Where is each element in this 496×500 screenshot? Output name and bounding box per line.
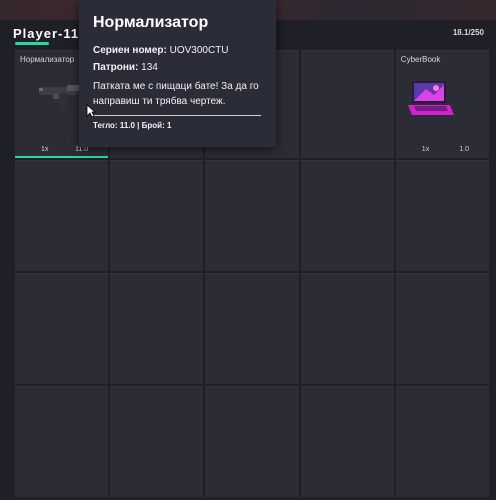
inventory-slot[interactable] — [395, 273, 489, 384]
inventory-slot[interactable] — [300, 273, 394, 384]
slot-item-weight: 1.0 — [459, 146, 469, 153]
tooltip-title: Нормализатор — [93, 14, 209, 31]
inventory-slot-laptop[interactable]: CyberBook 1x 1.0 — [395, 50, 489, 158]
tooltip-description: Патката ме с пищаци бате! За да го напра… — [93, 81, 259, 107]
ammo-value: 134 — [141, 62, 158, 73]
slot-item-name: CyberBook — [400, 55, 441, 64]
tooltip-divider — [93, 115, 261, 116]
player-name: Player-110 — [13, 26, 88, 41]
tooltip-footer: Тегло: 11.0 | Брой: 1 — [93, 121, 172, 130]
inventory-slot[interactable] — [395, 160, 489, 271]
item-tooltip: Нормализатор Сериен номер: UOV300CTU Пат… — [79, 0, 276, 147]
inventory-slot[interactable] — [15, 386, 109, 497]
inventory-slot[interactable] — [15, 273, 109, 384]
inventory-slot[interactable] — [205, 386, 299, 497]
inventory-slot[interactable] — [395, 386, 489, 497]
mouse-cursor-icon — [86, 104, 97, 123]
tooltip-ammo: Патрони: 134 — [93, 62, 158, 73]
serial-label: Сериен номер: — [93, 45, 167, 56]
slot-item-count: 1x — [421, 146, 430, 153]
inventory-slot[interactable] — [15, 160, 109, 271]
tooltip-serial: Сериен номер: UOV300CTU — [93, 45, 229, 56]
player-health-bar — [15, 42, 49, 45]
inventory-weight: 18.1/250 — [452, 28, 484, 37]
inventory-slot[interactable] — [300, 50, 394, 158]
ammo-label: Патрони: — [93, 62, 139, 73]
slot-item-weight: 11.0 — [75, 146, 89, 153]
inventory-slot[interactable] — [110, 160, 204, 271]
durability-bar — [15, 156, 109, 158]
inventory-slot[interactable] — [110, 273, 204, 384]
slot-item-count: 1x — [41, 146, 49, 153]
serial-value: UOV300CTU — [169, 45, 229, 56]
inventory-slot[interactable] — [300, 160, 394, 271]
slot-item-name: Нормализатор — [20, 55, 75, 64]
inventory-slot[interactable] — [110, 386, 204, 497]
inventory-slot[interactable] — [205, 273, 299, 384]
pistol-icon — [37, 81, 85, 120]
inventory-slot[interactable] — [300, 386, 394, 497]
inventory-slot[interactable] — [205, 160, 299, 271]
laptop-icon — [406, 79, 456, 124]
